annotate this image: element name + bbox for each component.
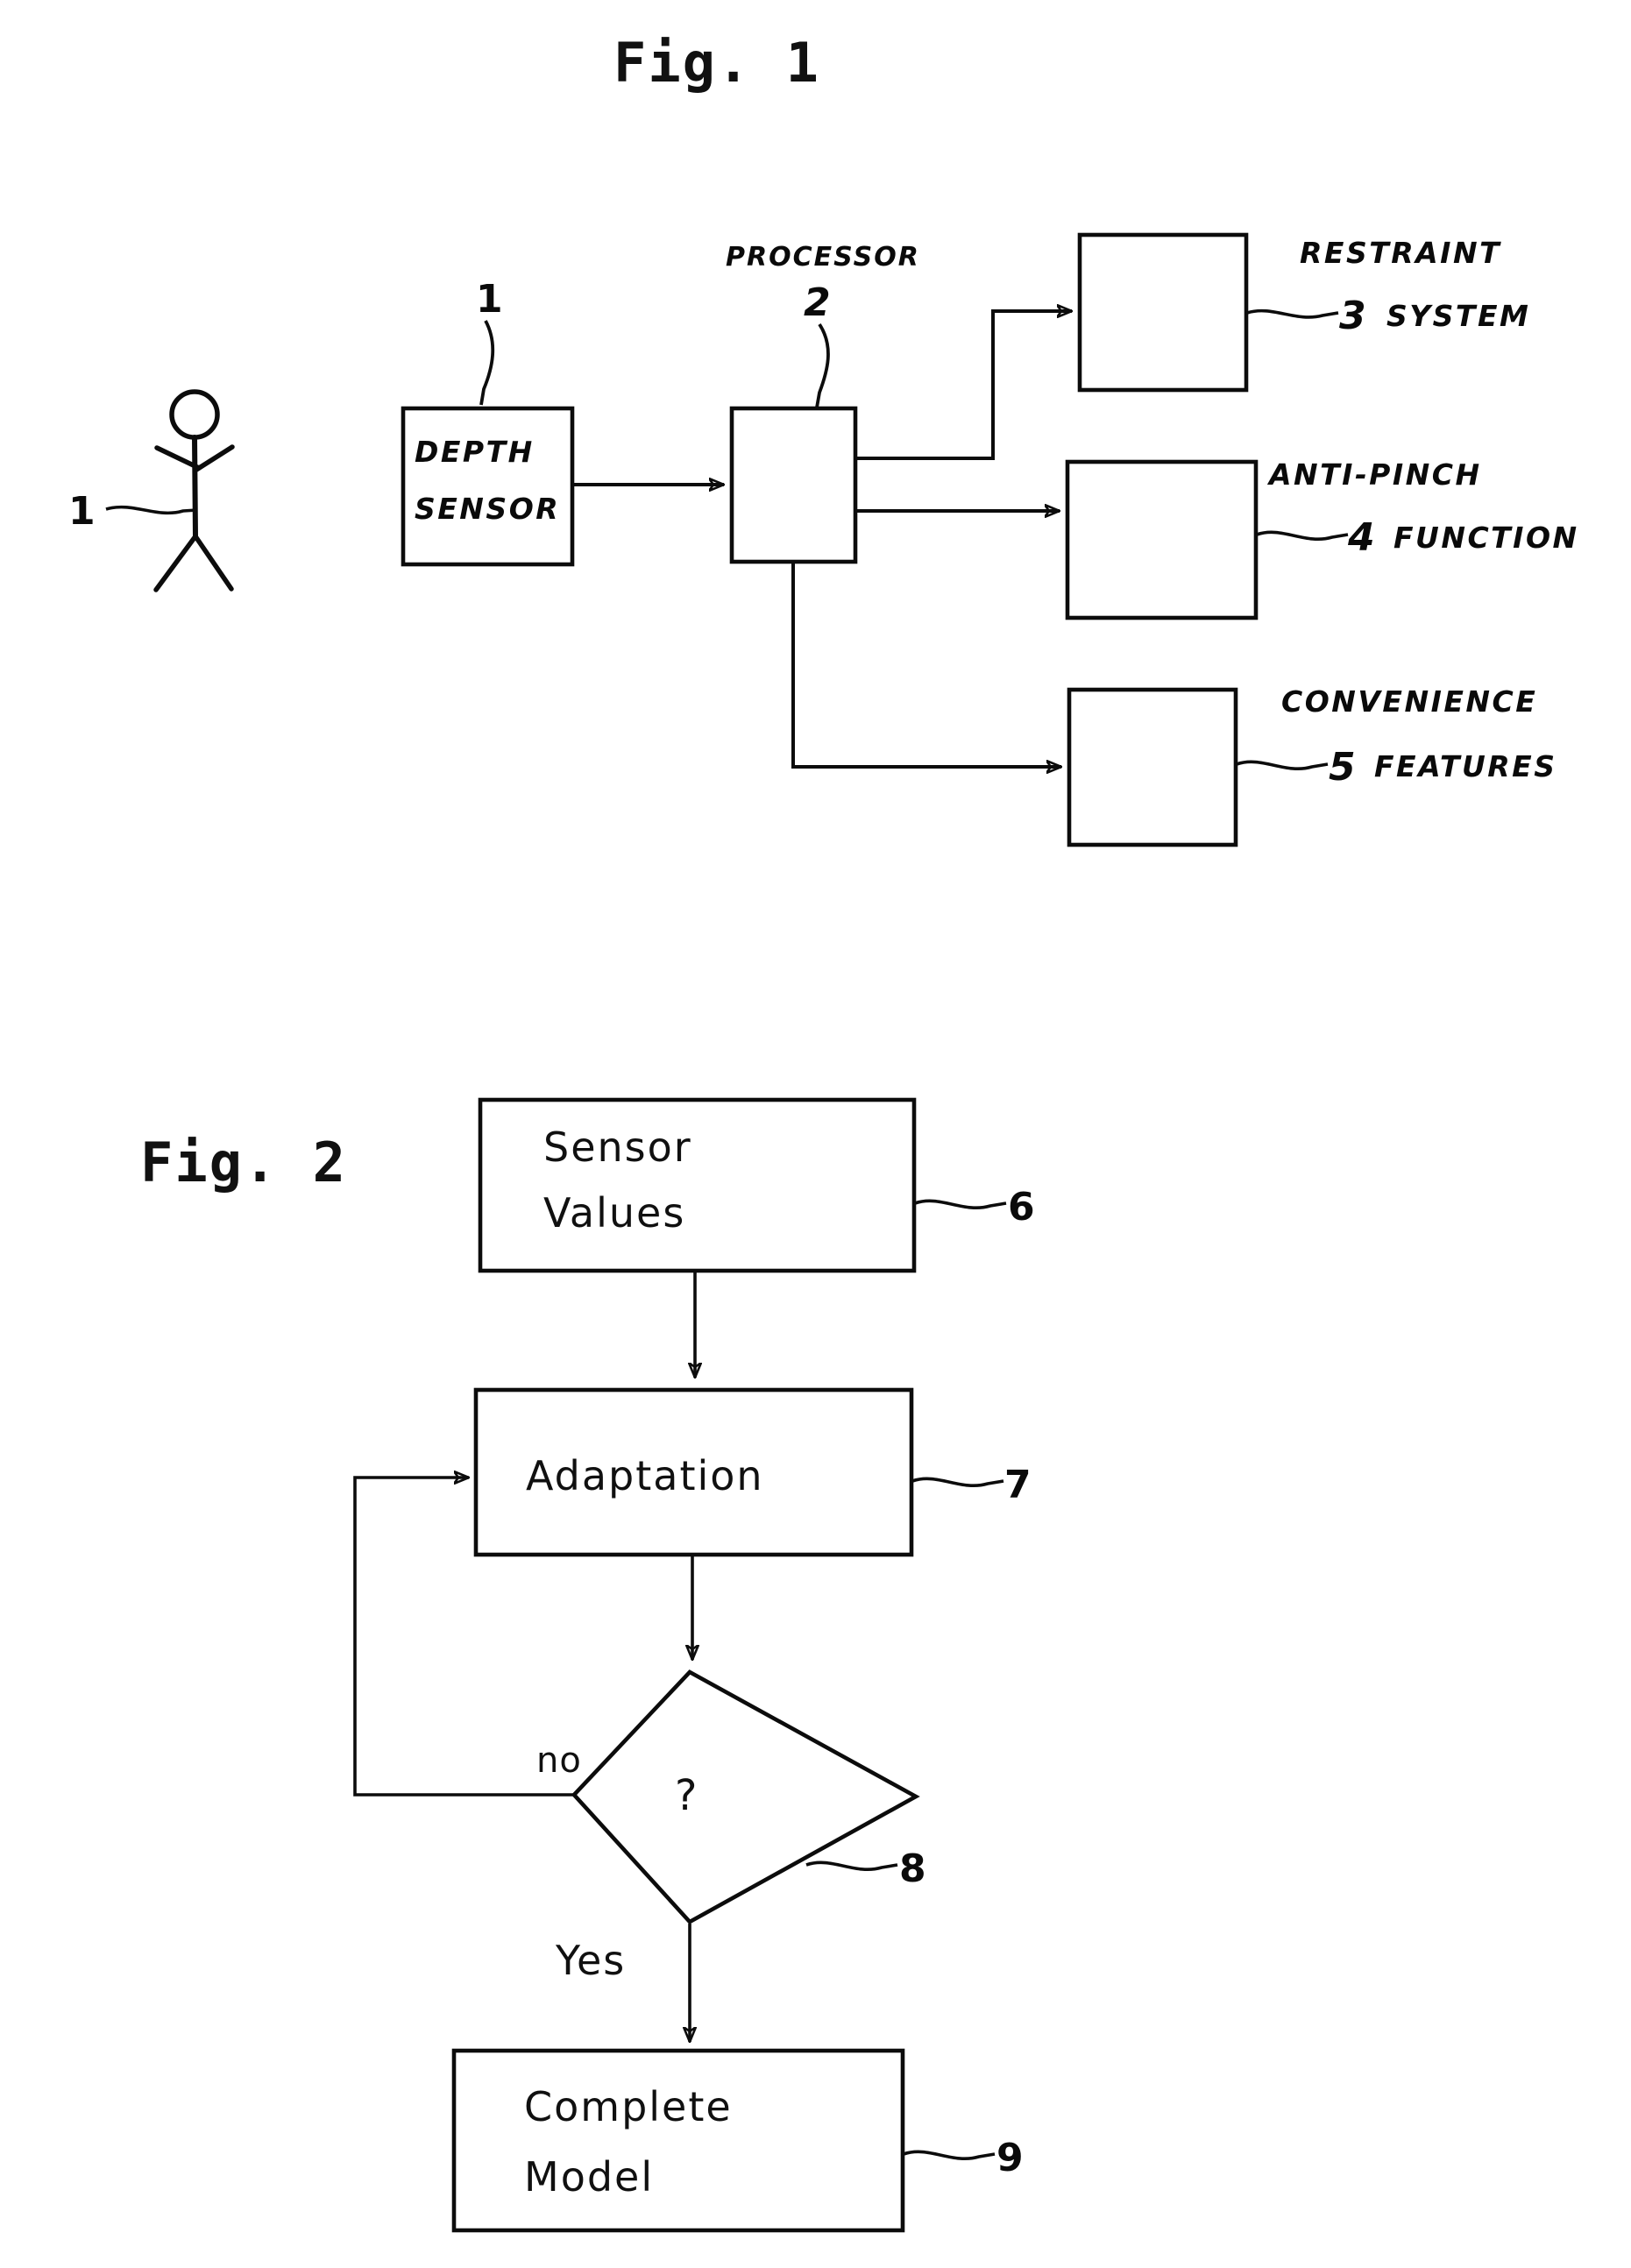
block-depth-sensor xyxy=(401,406,575,567)
block-restraint-system-label-line1: RESTRAINT xyxy=(1300,236,1501,270)
patent-drawing-sheet: Fig. 1 1 1 DEPTH SENSOR PROCESSOR 2 3 RE… xyxy=(0,0,1631,2268)
ref-label-4: 4 xyxy=(1347,515,1375,560)
leader-line-1 xyxy=(479,320,495,406)
connector-processor-to-restraint xyxy=(856,311,1072,460)
ref-label-1: 1 xyxy=(476,277,503,322)
leader-line-6-fig2 xyxy=(914,1199,1007,1209)
leader-line-5 xyxy=(1236,760,1329,770)
block-convenience-label-line2: FEATURES xyxy=(1374,749,1557,783)
node-sensor-values-label-line2: Values xyxy=(543,1189,685,1237)
block-anti-pinch-label-line2: FUNCTION xyxy=(1393,521,1579,555)
leader-line-person xyxy=(105,505,198,515)
ref-label-2: 2 xyxy=(804,280,831,325)
block-convenience-features xyxy=(1067,687,1238,847)
node-decision-diamond xyxy=(571,1669,920,1924)
edge-label-no: no xyxy=(536,1740,582,1781)
block-anti-pinch xyxy=(1065,459,1259,620)
leader-line-4 xyxy=(1256,530,1349,541)
connector-processor-to-convenience xyxy=(791,563,1061,767)
node-complete-model xyxy=(451,2048,905,2233)
node-complete-model-label-line1: Complete xyxy=(524,2083,733,2130)
block-depth-sensor-label-line1: DEPTH xyxy=(415,435,535,469)
ref-label-7: 7 xyxy=(1004,1463,1032,1507)
ref-label-6-person: 1 xyxy=(68,489,96,534)
block-processor xyxy=(729,406,858,564)
block-processor-caption: PROCESSOR xyxy=(726,242,920,273)
figure-2-title: Fig. 2 xyxy=(140,1130,347,1194)
ref-label-8: 8 xyxy=(899,1846,926,1891)
node-decision-label: ? xyxy=(675,1771,697,1820)
drawing-canvas: Fig. 1 1 1 DEPTH SENSOR PROCESSOR 2 3 RE… xyxy=(68,31,1579,2233)
leader-line-9 xyxy=(903,2150,996,2160)
node-adaptation-label: Adaptation xyxy=(526,1452,764,1499)
ref-label-5: 5 xyxy=(1329,745,1356,790)
leader-line-2 xyxy=(815,322,830,408)
edge-label-yes: Yes xyxy=(555,1937,626,1984)
block-restraint-system-label-line2: SYSTEM xyxy=(1386,299,1530,333)
leader-line-3 xyxy=(1246,308,1339,319)
figure-2-group: Fig. 2 Sensor Values 6 Adaptation 7 ? 8 … xyxy=(140,1097,1035,2233)
leader-line-8 xyxy=(805,1860,898,1871)
node-sensor-values-label-line1: Sensor xyxy=(543,1123,692,1171)
block-restraint-system xyxy=(1077,232,1249,393)
block-anti-pinch-label-line1: ANTI-PINCH xyxy=(1266,457,1482,492)
ref-label-6-fig2: 6 xyxy=(1008,1185,1035,1230)
figure-1-title: Fig. 1 xyxy=(613,31,820,95)
leader-line-7 xyxy=(911,1477,1004,1487)
stick-figure-icon xyxy=(153,389,235,592)
block-depth-sensor-label-line2: SENSOR xyxy=(415,492,560,526)
figure-1-group: Fig. 1 1 1 DEPTH SENSOR PROCESSOR 2 3 RE… xyxy=(68,31,1579,847)
ref-label-3: 3 xyxy=(1339,294,1366,338)
ref-label-9: 9 xyxy=(996,2136,1024,2180)
block-convenience-label-line1: CONVENIENCE xyxy=(1281,684,1537,719)
node-complete-model-label-line2: Model xyxy=(524,2153,654,2201)
